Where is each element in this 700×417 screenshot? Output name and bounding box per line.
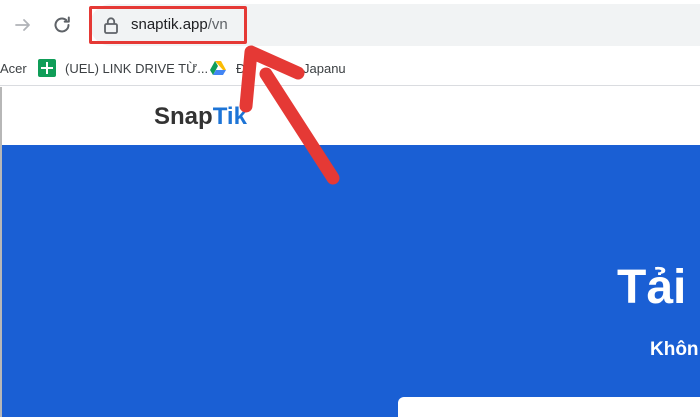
bookmark-acer[interactable]: Acer xyxy=(0,50,27,86)
bookmark-uel-link-drive[interactable]: (UEL) LINK DRIVE TỪ... xyxy=(38,50,208,86)
forward-button[interactable] xyxy=(10,12,36,38)
google-sheets-icon xyxy=(38,59,56,77)
reload-button[interactable] xyxy=(49,12,75,38)
logo-snap: Snap xyxy=(154,103,213,130)
bookmark-label: Acer xyxy=(0,60,27,76)
hero-title: Tải xyxy=(617,261,687,314)
logo-tik: Tik xyxy=(212,103,247,130)
hero-section: Tải Khôn xyxy=(2,145,700,417)
bookmark-japanu[interactable]: Japanu xyxy=(303,50,346,86)
link-input[interactable] xyxy=(398,397,700,417)
hero-subtitle: Khôn xyxy=(650,339,699,360)
browser-toolbar: snaptik.app/vn xyxy=(0,0,700,50)
google-drive-icon xyxy=(209,59,227,77)
snaptik-logo[interactable]: SnapTik xyxy=(154,102,247,132)
arrow-right-icon xyxy=(15,19,30,31)
bookmark-label: ĐT xyxy=(236,60,254,76)
bookmarks-bar: Acer (UEL) LINK DRIVE TỪ... ĐT Japanu xyxy=(0,50,700,86)
bookmark-label: (UEL) LINK DRIVE TỪ... xyxy=(65,60,209,76)
reload-icon xyxy=(54,16,70,33)
bookmark-label: Japanu xyxy=(303,60,346,76)
bookmark-dt[interactable]: ĐT xyxy=(209,50,253,86)
url-highlight-box xyxy=(89,6,247,44)
